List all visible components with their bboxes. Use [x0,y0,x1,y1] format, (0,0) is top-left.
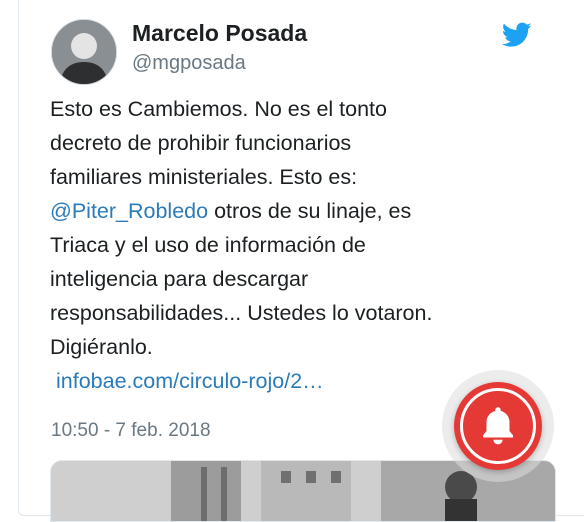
tweet-text-line: Esto es Cambiemos. No es el tonto [50,97,387,121]
tweet-text-line: decreto de prohibir funcionarios [50,131,352,155]
tweet-text-line: inteligencia para descargar [50,267,309,291]
tweet-text-line: responsabilidades... Ustedes lo votaron. [50,301,433,325]
tweet-timestamp[interactable]: 10:50 - 7 feb. 2018 [51,420,211,442]
avatar-image [52,20,116,84]
tweet-text-fragment: otros de su linaje, es [208,199,412,223]
avatar[interactable] [51,19,117,85]
article-link[interactable]: infobae.com/circulo-rojo/2… [56,369,324,393]
tweet-text: Esto es Cambiemos. No es el tonto decret… [50,92,550,398]
notification-bell-container [442,370,554,482]
tweet-text-line: familiares ministeriales. Esto es: [50,165,358,189]
twitter-bird-icon[interactable] [502,22,532,48]
author-name[interactable]: Marcelo Posada [132,20,307,47]
tweet-text-line: Triaca y el uso de información de [50,233,366,257]
notification-bell-button[interactable] [454,382,542,470]
bell-icon [483,407,513,445]
mention-link[interactable]: @Piter_Robledo [50,199,208,223]
tweet-text-line: Digiéranlo. [50,335,153,359]
tweet-text-line-mention: @Piter_Robledo otros de su linaje, es [50,194,550,228]
author-handle[interactable]: @mgposada [132,52,246,75]
